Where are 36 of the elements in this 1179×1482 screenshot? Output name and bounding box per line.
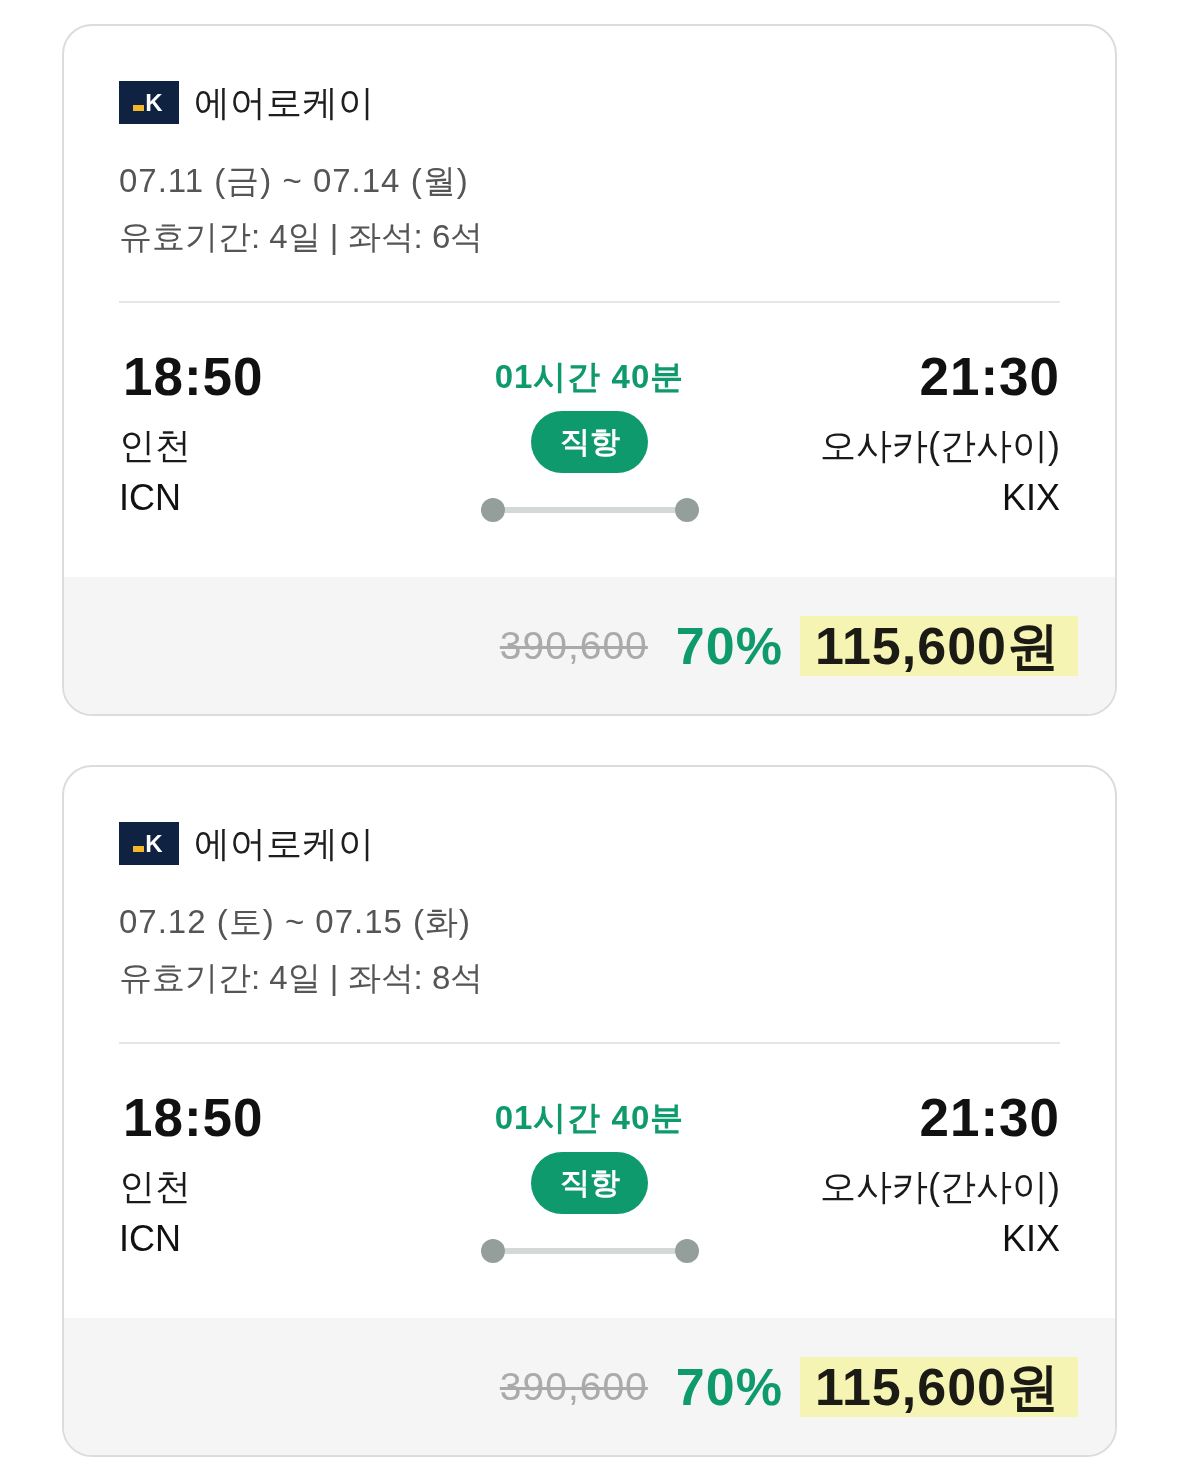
sale-price: 115,600원 [799, 1356, 1078, 1417]
route-dot-icon [480, 1239, 505, 1263]
departure-code: ICN [119, 1217, 181, 1261]
airline-name: 에어로케이 [194, 822, 374, 865]
original-price: 390,600 [499, 1364, 648, 1409]
airline-name: 에어로케이 [194, 81, 374, 124]
airline-logo: K [119, 81, 179, 124]
arrival-city: 오사카(간사이) [820, 424, 1060, 468]
flight-duration: 01시간 40분 [494, 357, 685, 397]
departure-city: 인천 [119, 1165, 191, 1209]
arrival-code: KIX [1001, 476, 1060, 520]
travel-dates: 07.11 (금) ~ 07.14 (월) [119, 161, 469, 201]
route-dot-icon [674, 498, 699, 522]
discount-rate: 70% [675, 615, 783, 676]
departure-city: 인천 [119, 424, 191, 468]
travel-dates: 07.12 (토) ~ 07.15 (화) [119, 902, 472, 942]
original-price: 390,600 [499, 623, 648, 668]
airline-logo: K [119, 822, 179, 865]
validity-seats-text: 유효기간: 4일 | 좌석: 8석 [119, 958, 484, 998]
direct-flight-badge: 직항 [531, 1152, 648, 1214]
discount-rate: 70% [675, 1356, 783, 1417]
arrival-time: 21:30 [919, 1088, 1060, 1148]
departure-time: 18:50 [122, 1088, 264, 1148]
arrival-time: 21:30 [919, 347, 1060, 407]
flight-duration: 01시간 40분 [494, 1098, 685, 1138]
arrival-city: 오사카(간사이) [820, 1165, 1060, 1209]
flight-card[interactable]: K 에어로케이 07.11 (금) ~ 07.14 (월) 유효기간: 4일 | 좌석: 6석 18:50 인천 ICN 01시간 40분 직항 21:30 오사카(간사이) KIX 390,600 70% 115,600원 [62, 24, 1117, 716]
sale-price: 115,600원 [799, 615, 1078, 676]
departure-time: 18:50 [122, 347, 264, 407]
route-dot-icon [480, 498, 505, 522]
departure-code: ICN [119, 476, 181, 520]
flight-card[interactable]: K 에어로케이 07.12 (토) ~ 07.15 (화) 유효기간: 4일 | 좌석: 8석 18:50 인천 ICN 01시간 40분 직항 21:30 오사카(간사이) KIX 390,600 70% 115,600원 [62, 765, 1117, 1457]
validity-seats-text: 유효기간: 4일 | 좌석: 6석 [119, 217, 484, 257]
arrival-code: KIX [1001, 1217, 1060, 1261]
route-dot-icon [674, 1239, 699, 1263]
direct-flight-badge: 직항 [531, 411, 648, 473]
